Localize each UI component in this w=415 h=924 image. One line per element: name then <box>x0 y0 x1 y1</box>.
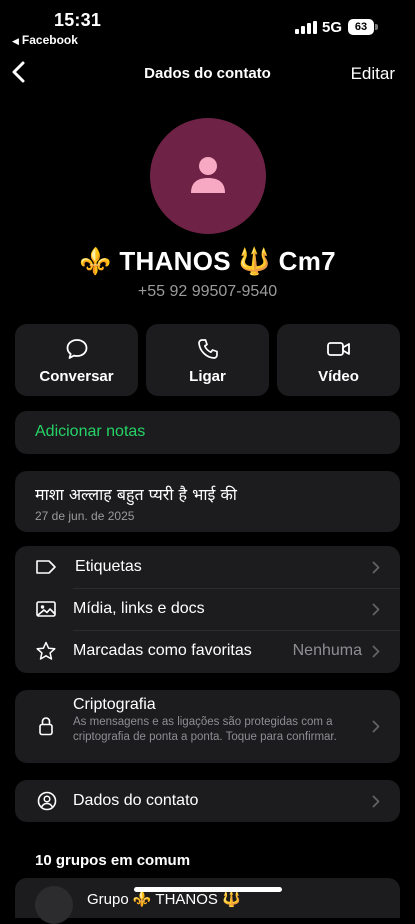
starred-messages-value: Nenhuma <box>292 642 362 659</box>
contact-phone: +55 92 99507-9540 <box>137 283 278 300</box>
add-notes-card[interactable]: Adicionar notas <box>15 411 400 454</box>
video-camera-icon <box>277 338 400 360</box>
edit-button[interactable]: Editar <box>351 64 395 84</box>
nav-bar: Dados do contato Editar <box>0 55 415 91</box>
video-button-label: Vídeo <box>318 368 359 385</box>
media-links-docs-label: Mídia, links e docs <box>73 600 205 617</box>
group-list-item[interactable]: Grupo ⚜️ THANOS 🔱 <box>15 878 400 924</box>
starred-messages-row[interactable]: Marcadas como favoritas Nenhuma <box>15 630 400 672</box>
back-triangle-icon: ◀ <box>12 36 19 46</box>
person-icon <box>191 157 225 193</box>
media-menu-card: Etiquetas Mídia, links e docs Marcadas c… <box>15 546 400 673</box>
battery-icon: 63 <box>348 19 374 35</box>
lock-icon <box>37 716 55 741</box>
chevron-right-icon <box>372 795 380 808</box>
chat-bubble-icon <box>15 338 138 360</box>
labels-row[interactable]: Etiquetas <box>15 546 400 588</box>
call-button-label: Ligar <box>189 368 226 385</box>
contact-details-label: Dados do contato <box>73 792 199 809</box>
video-button[interactable]: Vídeo <box>277 324 400 396</box>
person-circle-icon <box>37 791 57 816</box>
home-indicator[interactable] <box>134 887 282 892</box>
message-button-label: Conversar <box>39 368 114 385</box>
battery-tip <box>375 24 378 30</box>
chevron-right-icon <box>372 720 380 733</box>
image-icon <box>35 599 57 619</box>
back-app-label: Facebook <box>21 33 78 47</box>
tag-icon <box>35 557 57 577</box>
avatar[interactable] <box>150 118 266 234</box>
contact-details-card[interactable]: Dados do contato <box>15 780 400 822</box>
about-text: माशा अल्लाह बहुत प्यरी है भाई की <box>35 485 237 504</box>
about-date: 27 de jun. de 2025 <box>35 509 135 523</box>
encryption-description: As mensagens e as ligações são protegida… <box>73 716 337 743</box>
status-time: 15:31 <box>54 10 102 30</box>
chevron-right-icon <box>372 645 380 658</box>
group-avatar <box>35 886 73 924</box>
chevron-right-icon <box>372 561 380 574</box>
media-links-docs-row[interactable]: Mídia, links e docs <box>15 588 400 630</box>
status-bar: 15:31 ◀ Facebook 5G 63 <box>0 0 415 52</box>
starred-messages-label: Marcadas como favoritas <box>73 642 252 659</box>
network-type: 5G <box>322 19 343 36</box>
back-to-app-link[interactable]: ◀ Facebook <box>12 33 78 47</box>
common-groups-header: 10 grupos em comum <box>35 852 191 869</box>
message-button[interactable]: Conversar <box>15 324 138 396</box>
about-card[interactable]: माशा अल्लाह बहुत प्यरी है भाई की 27 de j… <box>15 471 400 532</box>
add-notes-link[interactable]: Adicionar notas <box>35 423 145 441</box>
labels-label: Etiquetas <box>75 558 142 575</box>
encryption-title: Criptografia <box>73 696 156 713</box>
group-name: Grupo ⚜️ THANOS 🔱 <box>87 891 241 908</box>
encryption-card[interactable]: Criptografia As mensagens e as ligações … <box>15 690 400 763</box>
contact-name: ⚜️ THANOS 🔱 Cm7 <box>79 246 336 276</box>
signal-icon <box>295 21 317 34</box>
star-icon <box>35 641 57 661</box>
phone-icon <box>146 338 269 360</box>
call-button[interactable]: Ligar <box>146 324 269 396</box>
chevron-right-icon <box>372 603 380 616</box>
